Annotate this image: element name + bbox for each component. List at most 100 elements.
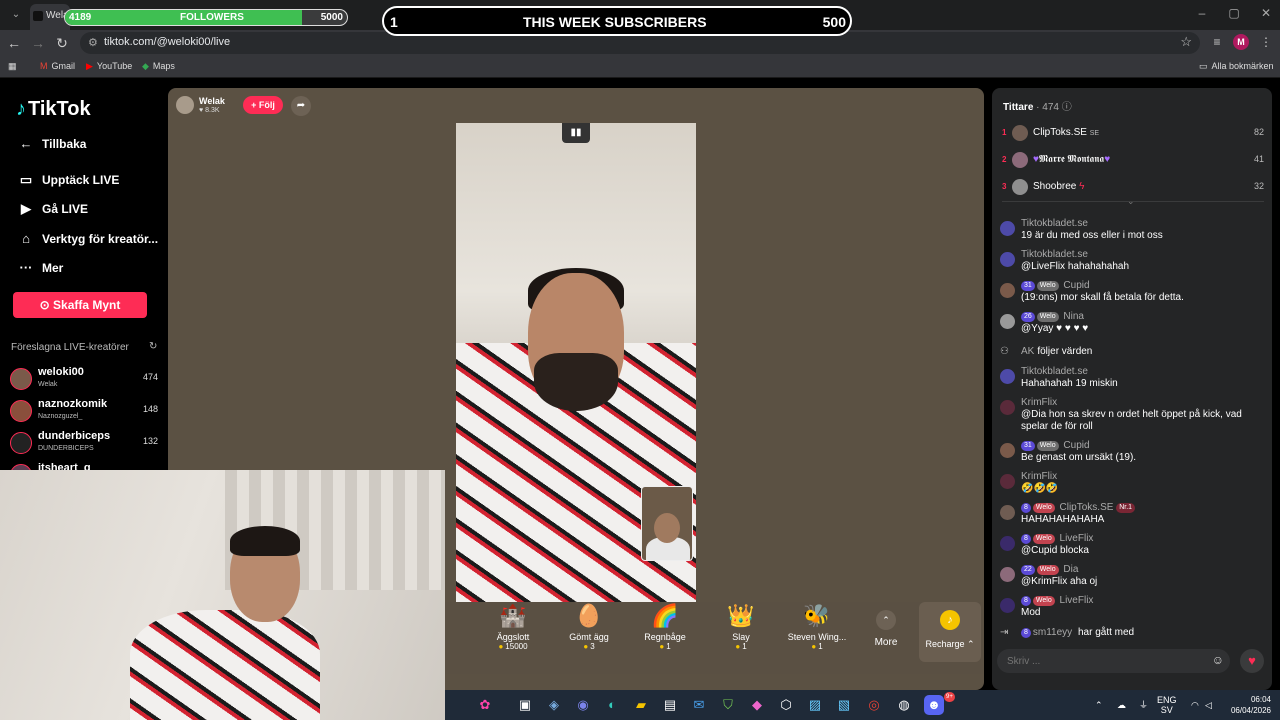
more-gifts-button[interactable]: ⌃ More bbox=[861, 602, 911, 662]
chat-input-box[interactable]: ☺ bbox=[997, 649, 1230, 673]
avatar[interactable] bbox=[1000, 283, 1015, 298]
forward-arrow-icon[interactable]: → bbox=[30, 35, 46, 51]
suggested-creator[interactable]: naznozkomik Naznozguzel_ 148 bbox=[10, 398, 160, 426]
task-view-icon[interactable]: ▣ bbox=[515, 695, 535, 715]
games-icon[interactable]: ◆ bbox=[747, 695, 767, 715]
all-bookmarks[interactable]: ▭ Alla bokmärken bbox=[1199, 61, 1274, 72]
profile-avatar[interactable]: M bbox=[1233, 34, 1249, 50]
app-icon[interactable]: ⬡ bbox=[776, 695, 796, 715]
top-viewer[interactable]: 1 ClipToks.SE SE 82 bbox=[1002, 124, 1264, 144]
heart-icon[interactable]: ♥ bbox=[1240, 649, 1264, 673]
chat-username[interactable]: LiveFlix bbox=[1060, 595, 1094, 606]
minimize-icon[interactable]: – bbox=[1192, 6, 1212, 20]
menu-dots-icon[interactable]: ⋮ bbox=[1258, 35, 1274, 49]
live-video[interactable]: ▮▮ bbox=[456, 123, 696, 603]
microphone-icon[interactable]: ⏚ bbox=[1139, 700, 1148, 710]
avatar[interactable] bbox=[1000, 369, 1015, 384]
chat-username[interactable]: Tiktokbladet.se bbox=[1021, 249, 1088, 260]
subscribers-right: 500 bbox=[822, 14, 846, 30]
chat-username[interactable]: Cupid bbox=[1063, 440, 1089, 451]
gift-item[interactable]: 🐝 Steven Wing... ● 1 bbox=[779, 602, 855, 662]
bookmark-gmail[interactable]: M Gmail bbox=[40, 61, 75, 71]
avatar[interactable] bbox=[1000, 598, 1015, 613]
back-button[interactable]: ← Tillbaka bbox=[16, 136, 87, 151]
pause-icon[interactable]: ▮▮ bbox=[562, 123, 590, 143]
photos-icon[interactable]: ▨ bbox=[805, 695, 825, 715]
volume-icon[interactable]: ◁ bbox=[1205, 700, 1212, 710]
refresh-icon[interactable]: ↻ bbox=[149, 341, 157, 352]
image-icon[interactable]: ▧ bbox=[834, 695, 854, 715]
chat-username[interactable]: Cupid bbox=[1063, 280, 1089, 291]
avatar[interactable] bbox=[1000, 252, 1015, 267]
nav-more[interactable]: ··· Mer bbox=[16, 260, 64, 275]
copilot-icon[interactable]: ◈ bbox=[544, 695, 564, 715]
gift-item[interactable]: 👑 Slay ● 1 bbox=[703, 602, 779, 662]
guest-video[interactable] bbox=[641, 486, 693, 561]
avatar[interactable] bbox=[1000, 400, 1015, 415]
nav-discover-live[interactable]: ▭ Upptäck LIVE bbox=[16, 172, 120, 188]
obs-icon[interactable]: ◍ bbox=[894, 695, 914, 715]
back-arrow-icon[interactable]: ← bbox=[6, 35, 22, 51]
tab-search-icon[interactable]: ⌄ bbox=[8, 7, 24, 23]
bookmark-youtube[interactable]: ▶ YouTube bbox=[86, 61, 132, 72]
apps-grid-icon[interactable]: ▦ bbox=[8, 61, 17, 72]
nav-go-live[interactable]: ▶ Gå LIVE bbox=[16, 201, 88, 217]
flowers-icon[interactable]: ✿ bbox=[475, 695, 495, 715]
cloud-icon[interactable]: ☁ bbox=[1117, 700, 1126, 710]
language-indicator[interactable]: ENG SV bbox=[1157, 695, 1177, 715]
bookmark-maps[interactable]: ◆ Maps bbox=[142, 61, 175, 72]
site-info-icon[interactable]: ⚙ bbox=[88, 36, 98, 49]
chat-text: @Yyay ♥ ♥ ♥ ♥ bbox=[1021, 323, 1089, 334]
follow-button[interactable]: + Följ bbox=[243, 96, 283, 114]
reading-list-icon[interactable]: ≡ bbox=[1209, 35, 1225, 49]
tray-chevron-icon[interactable]: ⌃ bbox=[1095, 700, 1103, 710]
top-viewer[interactable]: 2 ♥𝕸𝖆𝖗𝖗𝖊 𝕸𝖔𝖓𝖙𝖆𝖓𝖆♥ 41 bbox=[1002, 151, 1264, 171]
maximize-icon[interactable]: ▢ bbox=[1224, 6, 1244, 20]
close-icon[interactable]: ✕ bbox=[1256, 6, 1276, 20]
suggested-creator[interactable]: weloki00 Welak 474 bbox=[10, 366, 160, 394]
avatar[interactable] bbox=[1000, 567, 1015, 582]
shield-icon[interactable]: ⛉ bbox=[718, 695, 738, 715]
recharge-button[interactable]: ♪ Recharge ⌃ bbox=[919, 602, 981, 662]
level-badge: 31 bbox=[1021, 441, 1035, 451]
tiktok-logo[interactable]: ♪ TikTok bbox=[16, 98, 91, 121]
avatar[interactable] bbox=[1000, 314, 1015, 329]
emoji-icon[interactable]: ☺ bbox=[1212, 653, 1224, 667]
chat-username[interactable]: Tiktokbladet.se bbox=[1021, 366, 1088, 377]
store-icon[interactable]: ▤ bbox=[660, 695, 680, 715]
chat-username[interactable]: Dia bbox=[1063, 564, 1078, 575]
suggested-creator[interactable]: dunderbiceps DUNDERBICEPS 132 bbox=[10, 430, 160, 458]
bookmark-star-icon[interactable]: ☆ bbox=[1180, 34, 1192, 50]
discord-icon[interactable]: ☻ bbox=[924, 695, 944, 715]
chrome-icon[interactable]: ◎ bbox=[864, 695, 884, 715]
avatar[interactable] bbox=[1000, 505, 1015, 520]
gift-item[interactable]: 🥚 Gömt ägg ● 3 bbox=[551, 602, 627, 662]
share-icon[interactable]: ➦ bbox=[291, 96, 311, 116]
wifi-icon[interactable]: ◠ bbox=[1191, 700, 1199, 710]
chat-text: @KrimFlix aha oj bbox=[1021, 576, 1098, 587]
chat-input[interactable] bbox=[997, 649, 1197, 673]
mail-icon[interactable]: ✉ bbox=[689, 695, 709, 715]
chat-username[interactable]: KrimFlix bbox=[1021, 397, 1057, 408]
host-avatar[interactable] bbox=[176, 96, 194, 114]
avatar[interactable] bbox=[1000, 443, 1015, 458]
avatar[interactable] bbox=[1000, 536, 1015, 551]
taskbar-clock[interactable]: 06:04 06/04/2026 bbox=[1223, 694, 1271, 716]
reload-icon[interactable]: ↻ bbox=[54, 35, 70, 52]
chat-username[interactable]: Tiktokbladet.se bbox=[1021, 218, 1088, 229]
edge-icon[interactable]: ◐ bbox=[602, 695, 622, 715]
teams-icon[interactable]: ◉ bbox=[573, 695, 593, 715]
chat-username[interactable]: LiveFlix bbox=[1060, 533, 1094, 544]
avatar[interactable] bbox=[1000, 221, 1015, 236]
nav-creator-tools[interactable]: ⌂ Verktyg för kreatör... bbox=[16, 231, 158, 246]
chat-username[interactable]: ClipToks.SE bbox=[1060, 502, 1114, 513]
top-viewer[interactable]: 3 Shoobree ϟ 32 bbox=[1002, 178, 1264, 198]
chat-username[interactable]: Nina bbox=[1063, 311, 1084, 322]
viewers-header[interactable]: Tittare · 474 ⓘ bbox=[1003, 98, 1072, 113]
avatar[interactable] bbox=[1000, 474, 1015, 489]
gift-item[interactable]: 🌈 Regnbåge ● 1 bbox=[627, 602, 703, 662]
get-coins-button[interactable]: ⊙ Skaffa Mynt bbox=[13, 292, 147, 318]
chat-username[interactable]: KrimFlix bbox=[1021, 471, 1057, 482]
file-explorer-icon[interactable]: ▰ bbox=[631, 695, 651, 715]
gift-item[interactable]: 🏰 Äggslott ● 15000 bbox=[475, 602, 551, 662]
